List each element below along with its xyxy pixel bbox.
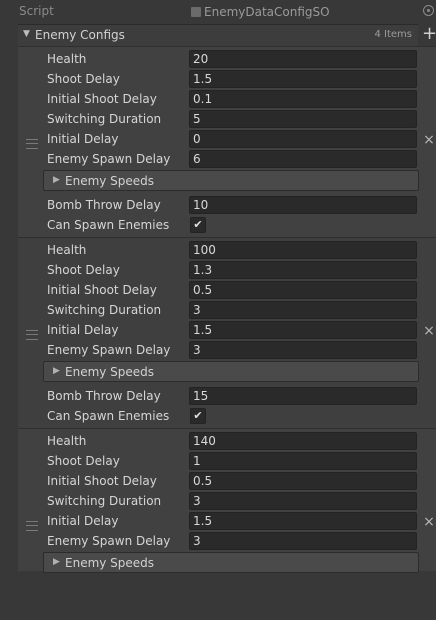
initial-delay-field[interactable]: 1.5	[189, 512, 417, 530]
foldout-arrow-icon: ▶	[53, 366, 60, 376]
enemy-speeds-foldout[interactable]: ▶ Enemy Speeds	[43, 361, 419, 382]
field-row-bomb-throw-delay: Bomb Throw Delay 15	[18, 387, 436, 405]
can-spawn-enemies-checkbox[interactable]: ✔	[190, 217, 206, 233]
field-row-initial-delay: Initial Delay 1.5	[18, 321, 436, 339]
script-value: EnemyDataConfigSO	[204, 4, 330, 19]
list-element-1: Health 100 Shoot Delay 1.3 Initial Shoot…	[18, 237, 436, 429]
enemy-speeds-label: Enemy Speeds	[65, 365, 155, 379]
enemy-speeds-foldout[interactable]: ▶ Enemy Speeds	[43, 170, 419, 191]
bomb-throw-delay-field[interactable]: 10	[189, 196, 417, 214]
script-field[interactable]: EnemyDataConfigSO	[189, 3, 419, 20]
enemy-spawn-delay-label: Enemy Spawn Delay	[47, 343, 171, 357]
initial-delay-field[interactable]: 1.5	[189, 321, 417, 339]
field-row-initial-shoot-delay: Initial Shoot Delay 0.5	[18, 281, 436, 299]
field-row-switching-duration: Switching Duration 3	[18, 301, 436, 319]
enemy-spawn-delay-field[interactable]: 3	[189, 532, 417, 550]
switching-duration-field[interactable]: 3	[189, 301, 417, 319]
switching-duration-field[interactable]: 3	[189, 492, 417, 510]
script-row: Script EnemyDataConfigSO	[0, 0, 436, 22]
field-row-shoot-delay: Shoot Delay 1.3	[18, 261, 436, 279]
remove-element-button[interactable]: ×	[423, 515, 435, 529]
remove-element-button[interactable]: ×	[423, 133, 435, 147]
list-element-0: Health 20 Shoot Delay 1.5 Initial Shoot …	[18, 46, 436, 238]
enemy-spawn-delay-label: Enemy Spawn Delay	[47, 534, 171, 548]
field-row-switching-duration: Switching Duration 5	[18, 110, 436, 128]
health-label: Health	[47, 434, 87, 448]
health-label: Health	[47, 243, 87, 257]
field-row-can-spawn-enemies: Can Spawn Enemies ✔	[18, 407, 436, 425]
initial-shoot-delay-label: Initial Shoot Delay	[47, 92, 157, 106]
shoot-delay-field[interactable]: 1.3	[189, 261, 417, 279]
initial-shoot-delay-field[interactable]: 0.5	[189, 281, 417, 299]
field-row-can-spawn-enemies: Can Spawn Enemies ✔	[18, 216, 436, 234]
can-spawn-enemies-checkbox[interactable]: ✔	[190, 408, 206, 424]
switching-duration-label: Switching Duration	[47, 303, 162, 317]
object-picker-icon[interactable]	[423, 5, 434, 16]
field-row-initial-delay: Initial Delay 1.5	[18, 512, 436, 530]
enemy-speeds-label: Enemy Speeds	[65, 556, 155, 570]
initial-delay-field[interactable]: 0	[189, 130, 417, 148]
field-row-enemy-spawn-delay: Enemy Spawn Delay 3	[18, 532, 436, 550]
remove-element-button[interactable]: ×	[423, 324, 435, 338]
shoot-delay-label: Shoot Delay	[47, 72, 120, 86]
field-row-initial-shoot-delay: Initial Shoot Delay 0.5	[18, 472, 436, 490]
field-row-shoot-delay: Shoot Delay 1	[18, 452, 436, 470]
health-label: Health	[47, 52, 87, 66]
field-row-initial-shoot-delay: Initial Shoot Delay 0.1	[18, 90, 436, 108]
enemy-spawn-delay-label: Enemy Spawn Delay	[47, 152, 171, 166]
foldout-arrow-icon: ▶	[53, 175, 60, 185]
can-spawn-enemies-label: Can Spawn Enemies	[47, 218, 170, 232]
bomb-throw-delay-label: Bomb Throw Delay	[47, 389, 161, 403]
enemy-spawn-delay-field[interactable]: 3	[189, 341, 417, 359]
list-element-2: Health 140 Shoot Delay 1 Initial Shoot D…	[18, 428, 436, 620]
shoot-delay-field[interactable]: 1.5	[189, 70, 417, 88]
field-row-enemy-spawn-delay: Enemy Spawn Delay 6	[18, 150, 436, 168]
health-field[interactable]: 100	[189, 241, 417, 259]
field-row-bomb-throw-delay: Bomb Throw Delay 10	[18, 196, 436, 214]
field-row-switching-duration: Switching Duration 3	[18, 492, 436, 510]
foldout-arrow-icon: ▶	[53, 557, 60, 567]
initial-delay-label: Initial Delay	[47, 514, 119, 528]
switching-duration-field[interactable]: 5	[189, 110, 417, 128]
initial-shoot-delay-field[interactable]: 0.5	[189, 472, 417, 490]
initial-delay-label: Initial Delay	[47, 323, 119, 337]
bomb-throw-delay-label: Bomb Throw Delay	[47, 198, 161, 212]
initial-shoot-delay-field[interactable]: 0.1	[189, 90, 417, 108]
field-row-health: Health 20	[18, 50, 436, 68]
list-title: Enemy Configs	[35, 28, 125, 42]
initial-shoot-delay-label: Initial Shoot Delay	[47, 474, 157, 488]
shoot-delay-label: Shoot Delay	[47, 454, 120, 468]
health-field[interactable]: 140	[189, 432, 417, 450]
initial-delay-label: Initial Delay	[47, 132, 119, 146]
shoot-delay-label: Shoot Delay	[47, 263, 120, 277]
add-element-button[interactable]: +	[422, 25, 436, 44]
enemy-spawn-delay-field[interactable]: 6	[189, 150, 417, 168]
script-label: Script	[19, 4, 54, 18]
enemy-speeds-foldout[interactable]: ▶ Enemy Speeds	[43, 552, 419, 573]
field-row-enemy-spawn-delay: Enemy Spawn Delay 3	[18, 341, 436, 359]
enemy-configs-header[interactable]: ▼ Enemy Configs 4 Items	[18, 24, 418, 46]
field-row-health: Health 100	[18, 241, 436, 259]
switching-duration-label: Switching Duration	[47, 494, 162, 508]
field-row-health: Health 140	[18, 432, 436, 450]
script-asset-icon	[191, 6, 201, 17]
list-count: 4 Items	[374, 29, 412, 40]
initial-shoot-delay-label: Initial Shoot Delay	[47, 283, 157, 297]
enemy-speeds-label: Enemy Speeds	[65, 174, 155, 188]
health-field[interactable]: 20	[189, 50, 417, 68]
foldout-arrow-icon: ▼	[23, 29, 30, 39]
can-spawn-enemies-label: Can Spawn Enemies	[47, 409, 170, 423]
field-row-shoot-delay: Shoot Delay 1.5	[18, 70, 436, 88]
shoot-delay-field[interactable]: 1	[189, 452, 417, 470]
switching-duration-label: Switching Duration	[47, 112, 162, 126]
bomb-throw-delay-field[interactable]: 15	[189, 387, 417, 405]
field-row-initial-delay: Initial Delay 0	[18, 130, 436, 148]
